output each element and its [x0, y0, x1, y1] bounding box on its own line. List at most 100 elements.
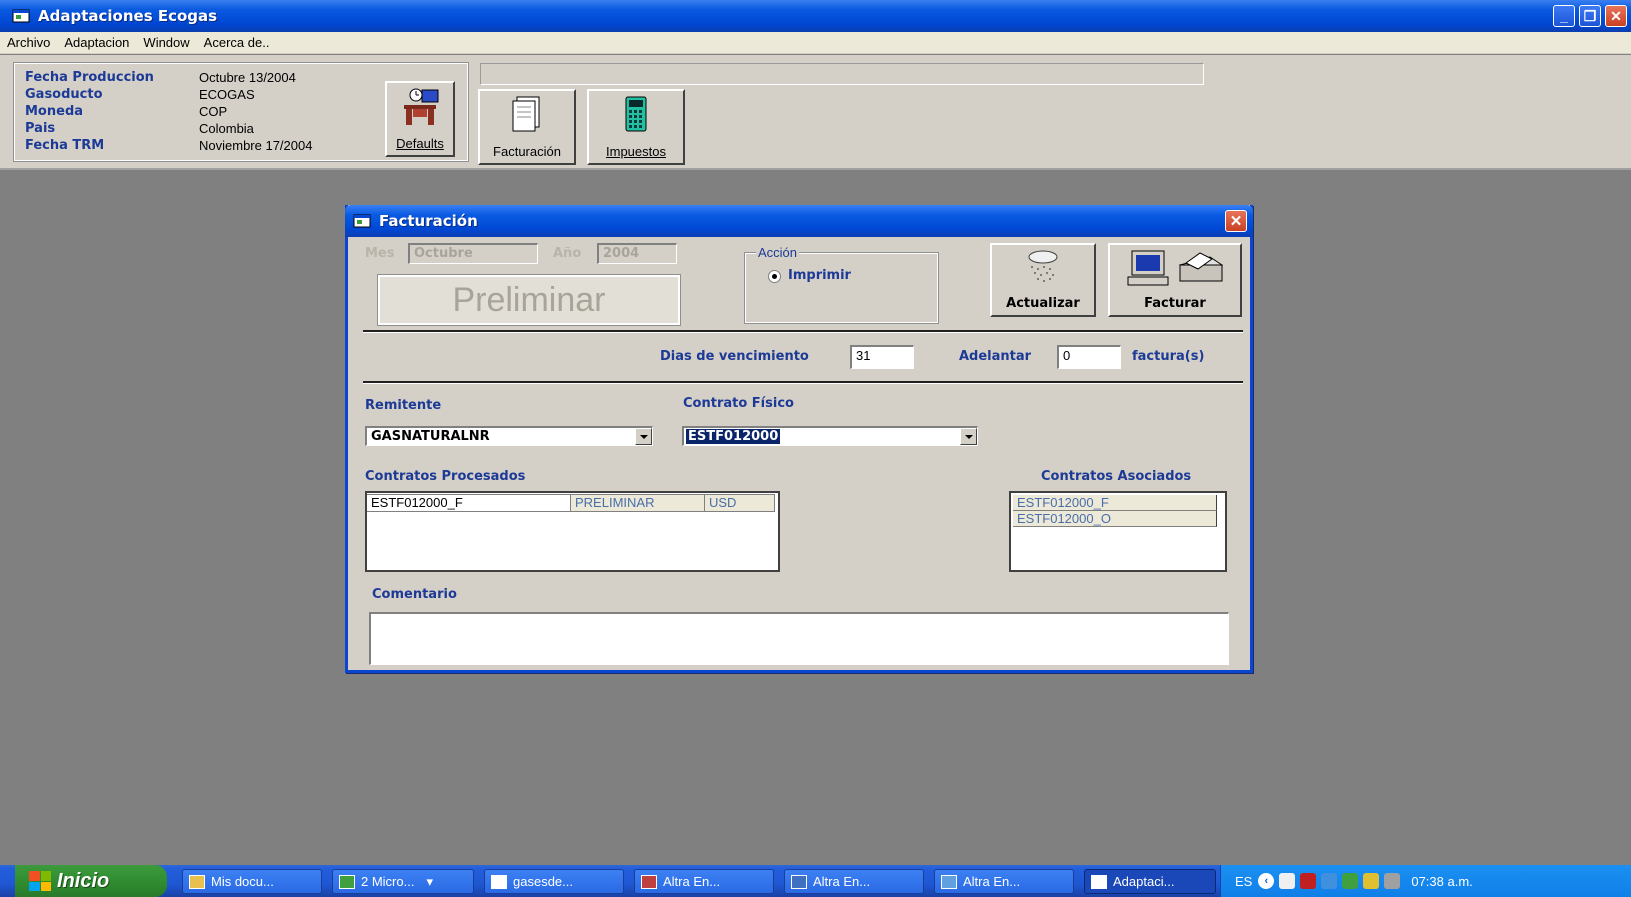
app-icon — [791, 874, 807, 889]
dialog-title-bar[interactable]: Facturación ✕ — [345, 205, 1253, 237]
facturas-label: factura(s) — [1132, 349, 1205, 364]
chevron-down-icon[interactable] — [635, 428, 652, 445]
facturacion-dialog: Facturación ✕ Mes Octubre Año 2004 Preli… — [345, 205, 1253, 673]
top-panel: Fecha Produccion Octubre 13/2004 Gasoduc… — [0, 55, 1631, 170]
mes-field[interactable]: Octubre — [408, 243, 538, 264]
anio-label: Año — [553, 246, 582, 261]
system-tray: ES ‹ 07:38 a.m. — [1220, 865, 1631, 897]
window-icon — [1091, 874, 1107, 889]
imprimir-label[interactable]: Imprimir — [788, 268, 851, 283]
separator-top — [363, 330, 1243, 333]
close-button[interactable]: ✕ — [1605, 5, 1627, 27]
restore-icon: ❐ — [1583, 7, 1597, 24]
restore-button[interactable]: ❐ — [1579, 5, 1601, 27]
taskbar-item-adaptaciones[interactable]: Adaptaci... — [1084, 869, 1216, 894]
folder-icon — [189, 874, 205, 889]
info-label: Pais — [25, 121, 56, 136]
language-indicator[interactable]: ES — [1235, 874, 1252, 889]
facturar-label: Facturar — [1144, 296, 1206, 311]
taskbar-item-label: Adaptaci... — [1113, 874, 1175, 889]
desk-clock-icon — [404, 88, 439, 125]
network-icon[interactable] — [1321, 873, 1338, 889]
adelantar-field[interactable]: 0 — [1057, 345, 1121, 369]
minimize-button[interactable]: _ — [1553, 5, 1575, 27]
menu-archivo[interactable]: Archivo — [6, 33, 51, 52]
remitente-select[interactable]: GASNATURALNR — [365, 426, 653, 446]
list-item[interactable]: ESTF012000_F — [1013, 495, 1217, 511]
shield-icon[interactable] — [1300, 873, 1317, 889]
accion-groupbox: Acción Imprimir — [744, 245, 939, 324]
volume-icon[interactable] — [1384, 873, 1401, 889]
status-field — [480, 63, 1204, 85]
facturacion-label: Facturación — [493, 144, 561, 159]
menu-acerca[interactable]: Acerca de.. — [203, 33, 271, 52]
shower-icon — [1028, 250, 1058, 282]
taskbar-item-altra-3[interactable]: Altra En... — [934, 869, 1074, 894]
start-button[interactable]: Inicio — [15, 865, 167, 897]
device-icon[interactable] — [1342, 873, 1359, 889]
menu-window[interactable]: Window — [142, 33, 190, 52]
info-label: Moneda — [25, 104, 84, 119]
contrato-fisico-label: Contrato Físico — [683, 396, 794, 411]
taskbar: Inicio Mis docu... 2 Micro... ▾ gasesde..… — [0, 865, 1631, 897]
info-value: Noviembre 17/2004 — [199, 138, 313, 153]
accion-legend: Acción — [756, 245, 800, 260]
asociados-label: Contratos Asociados — [1041, 469, 1192, 484]
chevron-left-icon[interactable]: ‹ — [1258, 873, 1275, 889]
mail-icon[interactable] — [1279, 873, 1296, 889]
dias-label: Dias de vencimiento — [660, 349, 809, 364]
chevron-down-icon[interactable] — [960, 428, 977, 445]
messenger-icon[interactable] — [1363, 873, 1380, 889]
info-value: Octubre 13/2004 — [199, 70, 296, 85]
info-value: ECOGAS — [199, 87, 255, 102]
outlook-icon — [339, 874, 355, 889]
main-title-bar[interactable]: Adaptaciones Ecogas _ ❐ ✕ — [0, 0, 1631, 32]
close-icon: ✕ — [1610, 7, 1622, 24]
clock[interactable]: 07:38 a.m. — [1411, 874, 1472, 889]
table-row[interactable]: ESTF012000_F PRELIMINAR USD — [367, 494, 775, 512]
actualizar-button[interactable]: Actualizar — [990, 243, 1096, 317]
estado-cell: PRELIMINAR — [571, 494, 705, 512]
close-icon: ✕ — [1229, 213, 1243, 230]
status-preliminar: Preliminar — [377, 274, 681, 326]
mes-label: Mes — [365, 246, 395, 261]
dialog-close-button[interactable]: ✕ — [1225, 210, 1247, 232]
comentario-field[interactable] — [369, 612, 1229, 665]
taskbar-item-microsoft[interactable]: 2 Micro... ▾ — [332, 869, 474, 894]
list-item[interactable]: ESTF012000_O — [1013, 511, 1217, 527]
windows-logo-icon — [29, 871, 51, 891]
anio-field[interactable]: 2004 — [597, 243, 677, 264]
taskbar-item-label: Altra En... — [663, 874, 721, 889]
taskbar-item-label: 2 Micro... — [361, 874, 415, 889]
taskbar-item-label: Mis docu... — [211, 874, 274, 889]
info-label: Gasoducto — [25, 87, 103, 102]
taskbar-item-altra-2[interactable]: Altra En... — [784, 869, 924, 894]
app-window-icon — [12, 9, 30, 23]
contrato-fisico-value: ESTF012000 — [686, 429, 781, 444]
impuestos-label: Impuestos — [606, 144, 666, 159]
imprimir-radio[interactable] — [768, 270, 781, 283]
procesados-list[interactable]: ESTF012000_F PRELIMINAR USD — [365, 491, 780, 572]
menu-adaptacion[interactable]: Adaptacion — [63, 33, 130, 52]
taskbar-item-label: gasesde... — [513, 874, 573, 889]
facturar-button[interactable]: Facturar — [1108, 243, 1242, 317]
app-icon — [641, 874, 657, 889]
defaults-button[interactable]: Defaults — [385, 81, 455, 157]
info-panel: Fecha Produccion Octubre 13/2004 Gasoduc… — [13, 62, 469, 162]
asociados-list[interactable]: ESTF012000_F ESTF012000_O — [1009, 491, 1227, 572]
comentario-label: Comentario — [372, 587, 457, 602]
taskbar-item-mis-documentos[interactable]: Mis docu... — [182, 869, 322, 894]
facturacion-button[interactable]: Facturación — [478, 89, 576, 165]
app-icon — [941, 874, 957, 889]
calculator-icon — [625, 96, 647, 132]
taskbar-item-altra-1[interactable]: Altra En... — [634, 869, 774, 894]
contrato-cell: ESTF012000_F — [367, 494, 571, 512]
contrato-fisico-select[interactable]: ESTF012000 — [682, 426, 978, 446]
start-label: Inicio — [57, 869, 110, 892]
taskbar-item-gasesde[interactable]: gasesde... — [484, 869, 624, 894]
taskbar-item-label: Altra En... — [963, 874, 1021, 889]
procesados-label: Contratos Procesados — [365, 469, 526, 484]
dias-field[interactable]: 31 — [850, 345, 914, 369]
impuestos-button[interactable]: Impuestos — [587, 89, 685, 165]
info-value: COP — [199, 104, 228, 119]
